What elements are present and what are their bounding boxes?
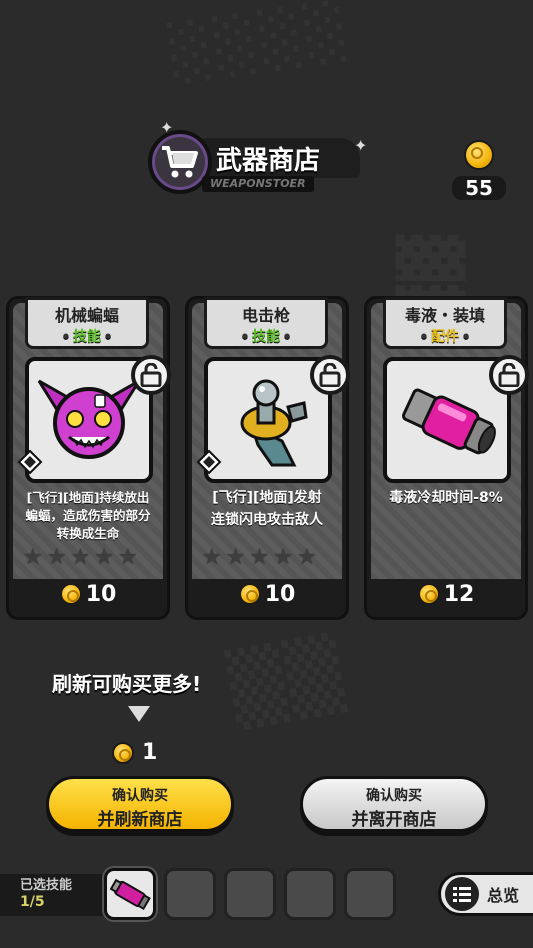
skill-slot-2[interactable]	[164, 868, 216, 920]
coin-icon	[417, 583, 440, 605]
rarity-diamond-icon	[196, 449, 222, 475]
button-line1: 确认购买	[366, 788, 422, 804]
desc-line: 蝙蝠，造成伤害的部分	[25, 508, 151, 523]
star-icon: ★	[94, 545, 114, 570]
star-rating: ★ ★ ★ ★ ★	[202, 547, 317, 569]
refresh-hint: 刷新可购买更多!	[52, 672, 202, 696]
coin-count: 55	[452, 176, 506, 200]
button-line2: 并离开商店	[351, 810, 437, 830]
card-price[interactable]: 12	[367, 579, 525, 609]
page-subtitle: WEAPONSTOER	[202, 176, 314, 192]
price-value: 10	[264, 581, 296, 607]
star-icon: ★	[225, 545, 246, 570]
venom-canister-icon	[109, 878, 151, 911]
rarity-diamond-icon	[17, 449, 43, 475]
price-value: 10	[85, 581, 117, 607]
card-price[interactable]: 10	[9, 579, 167, 609]
button-line1: 确认购买	[112, 788, 168, 804]
desc-line: [飞行][地面]发射	[212, 490, 322, 506]
card-tab: 电击枪 技能	[204, 297, 328, 349]
star-icon: ★	[296, 545, 317, 570]
card-price[interactable]: 10	[188, 579, 346, 609]
coin-wallet: 55	[452, 140, 506, 200]
star-icon: ★	[70, 545, 91, 570]
card-tab: 毒液・装填 配件	[383, 297, 507, 349]
star-rating: ★ ★ ★ ★ ★	[23, 547, 138, 569]
shop-card-mech-bat[interactable]: 机械蝙蝠 技能 [飞行][地面]持续放出 蝙蝠，造成伤害的部分 转换成生命 ★ …	[6, 296, 171, 620]
card-description: [飞行][地面]发射 连锁闪电攻击敌人	[196, 487, 338, 531]
star-icon: ★	[46, 545, 67, 570]
selected-skills-bar: 已选技能 1/5 总览	[0, 866, 533, 924]
card-name: 机械蝙蝠	[54, 306, 119, 325]
arrow-down-icon	[128, 706, 150, 722]
coin-icon	[112, 741, 134, 764]
selected-skills-label: 已选技能 1/5	[0, 874, 104, 916]
card-name: 毒液・装填	[404, 306, 485, 325]
lock-icon[interactable]	[489, 355, 529, 395]
overview-label: 总览	[487, 886, 520, 905]
page-title: 武器商店	[216, 146, 321, 176]
overview-button[interactable]: 总览	[438, 872, 533, 916]
refresh-cost: 1	[112, 740, 157, 765]
shop-header: ✦ ✦ 武器商店 WEAPONSTOER	[140, 118, 380, 200]
skill-slot-5[interactable]	[344, 868, 396, 920]
star-icon: ★	[23, 545, 43, 570]
desc-line: [飞行][地面]持续放出	[26, 490, 150, 505]
skill-slot-1[interactable]	[104, 868, 156, 920]
coin-icon	[238, 583, 261, 605]
skills-label-text: 已选技能	[20, 878, 73, 893]
price-value: 12	[443, 581, 475, 607]
star-icon: ★	[202, 545, 222, 570]
refresh-cost-value: 1	[142, 740, 158, 765]
buy-and-leave-button[interactable]: 确认购买 并离开商店	[300, 776, 488, 832]
card-description: [飞行][地面]持续放出 蝙蝠，造成伤害的部分 转换成生命	[17, 489, 159, 543]
skill-slot-3[interactable]	[224, 868, 276, 920]
desc-line: 转换成生命	[56, 526, 120, 541]
lock-icon[interactable]	[131, 355, 171, 395]
card-type: 配件	[386, 326, 504, 346]
list-icon	[445, 877, 479, 911]
button-line2: 并刷新商店	[97, 810, 183, 830]
shop-card-venom-reload[interactable]: 毒液・装填 配件 毒液冷却时间-8% 12	[364, 296, 529, 620]
coin-icon	[464, 140, 494, 170]
coin-icon	[59, 583, 82, 605]
buy-and-refresh-button[interactable]: 确认购买 并刷新商店	[46, 776, 234, 832]
card-name: 电击枪	[241, 306, 290, 325]
star-icon: ★	[117, 545, 138, 570]
lock-icon[interactable]	[310, 355, 350, 395]
card-type: 技能	[207, 326, 325, 346]
card-tab: 机械蝙蝠 技能	[25, 297, 149, 349]
skill-slot-4[interactable]	[284, 868, 336, 920]
star-icon: ★	[249, 545, 270, 570]
card-description: 毒液冷却时间-8%	[375, 489, 517, 507]
desc-line: 连锁闪电攻击敌人	[211, 512, 323, 528]
desc-line: 毒液冷却时间-8%	[389, 490, 503, 506]
skills-count: 1/5	[20, 894, 45, 910]
star-icon: ★	[273, 545, 293, 570]
card-type: 技能	[28, 326, 146, 346]
shop-card-tesla-gun[interactable]: 电击枪 技能 [飞行][地面]发射 连锁闪电攻击敌人 ★ ★ ★ ★ ★ 10	[185, 296, 350, 620]
